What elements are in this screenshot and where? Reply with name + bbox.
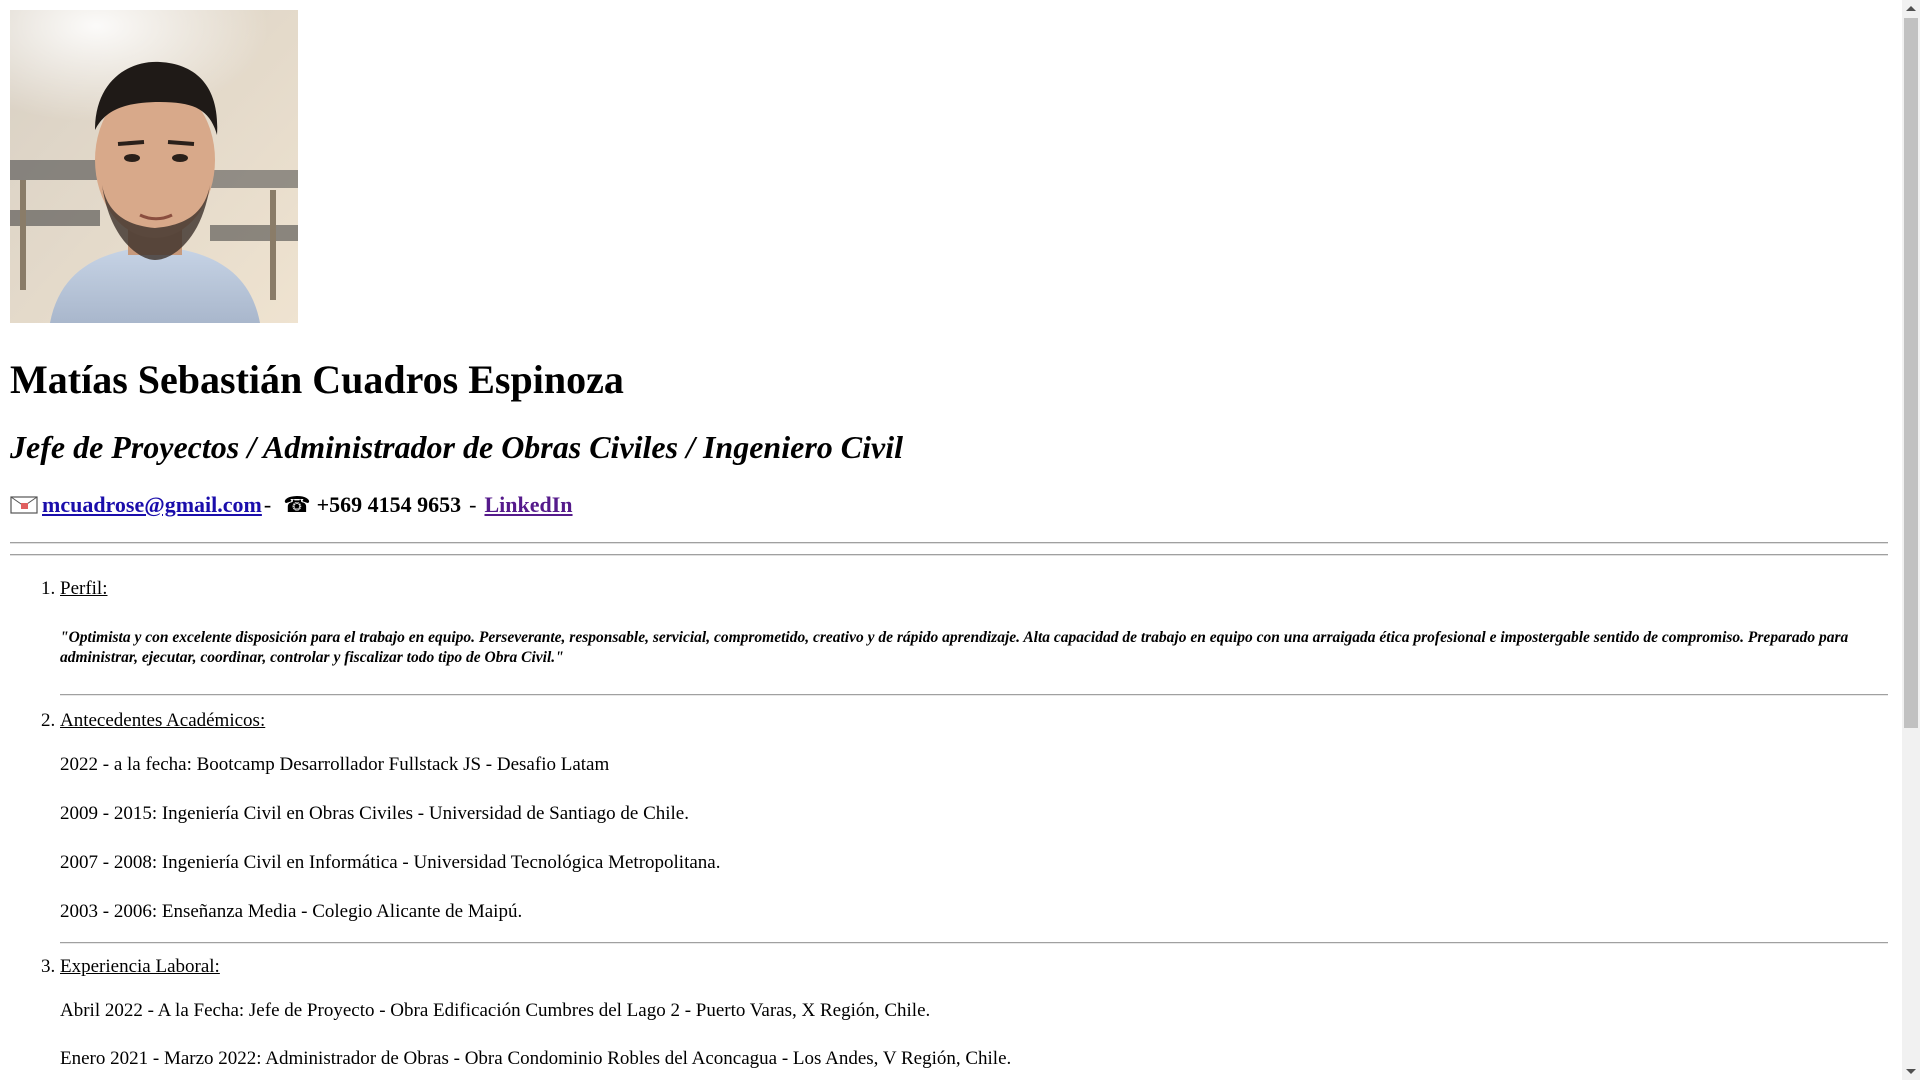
- vertical-scrollbar[interactable]: [1902, 0, 1920, 1080]
- list-item: Abril 2022 - A la Fecha: Jefe de Proyect…: [60, 999, 931, 1021]
- scrollbar-thumb[interactable]: [1904, 18, 1918, 728]
- resume-page: Matías Sebastián Cuadros Espinoza Jefe d…: [10, 10, 1888, 1071]
- section-academic: Antecedentes Académicos: 2022 - a la fec…: [60, 696, 1888, 944]
- scroll-up-icon[interactable]: [1906, 6, 1916, 11]
- list-item: 2007 - 2008: Ingeniería Civil en Informá…: [60, 852, 721, 874]
- section-profile: Perfil: "Optimista y con excelente dispo…: [60, 556, 1888, 697]
- profile-photo: [10, 10, 298, 323]
- section-title-profile: Perfil:: [60, 578, 108, 600]
- phone-number: +569 4154 9653: [316, 491, 462, 517]
- list-item: 2003 - 2006: Enseñanza Media - Colegio A…: [60, 900, 523, 922]
- email-icon: [10, 495, 38, 515]
- full-name: Matías Sebastián Cuadros Espinoza: [10, 357, 624, 402]
- profile-photo-image: [10, 10, 298, 323]
- resume-sections: Perfil: "Optimista y con excelente dispo…: [10, 556, 1888, 1071]
- divider: [10, 542, 1888, 545]
- profile-text: "Optimista y con excelente disposición p…: [60, 629, 1849, 667]
- linkedin-link[interactable]: LinkedIn: [484, 492, 572, 518]
- section-title-experience: Experiencia Laboral:: [60, 955, 220, 977]
- list-item: Enero 2021 - Marzo 2022: Administrador d…: [60, 1048, 1012, 1070]
- email-link[interactable]: mcuadrose@gmail.com: [42, 492, 262, 518]
- contact-line: mcuadrose@gmail.com - ☎ +569 4154 9653 -…: [10, 492, 1888, 518]
- section-title-academic: Antecedentes Académicos:: [60, 710, 266, 732]
- list-item: 2022 - a la fecha: Bootcamp Desarrollado…: [60, 754, 610, 776]
- job-title: Jefe de Proyectos / Administrador de Obr…: [10, 429, 903, 465]
- contact-separator: -: [469, 491, 477, 517]
- list-item: 2009 - 2015: Ingeniería Civil en Obras C…: [60, 803, 689, 825]
- section-experience: Experiencia Laboral: Abril 2022 - A la F…: [60, 944, 1888, 1072]
- scroll-down-icon[interactable]: [1906, 1069, 1916, 1074]
- contact-separator: -: [263, 491, 272, 517]
- phone-icon: ☎: [283, 491, 311, 517]
